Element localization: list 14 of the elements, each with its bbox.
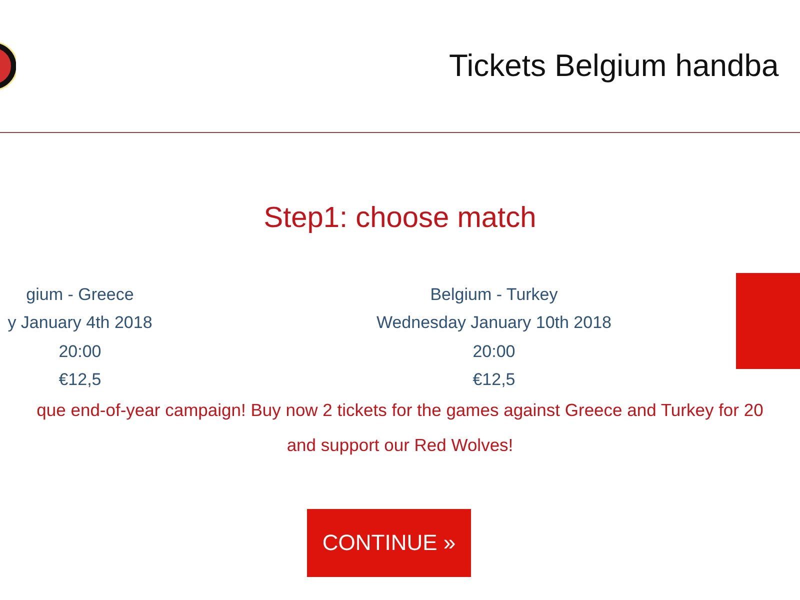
page-title: Tickets Belgium handba	[449, 46, 779, 85]
continue-button[interactable]: CONTINUE »	[307, 508, 471, 576]
match-time: 20:00	[472, 340, 516, 362]
match-teams: Belgium - Turkey	[429, 284, 559, 306]
match-price: €12,5	[472, 369, 516, 391]
promo-text: and support our Red Wolves!	[286, 434, 514, 457]
match-option[interactable]	[736, 272, 800, 368]
match-price: €12,5	[58, 369, 102, 391]
match-date: Wednesday January 10th 2018	[375, 312, 613, 334]
step-heading: Step1: choose match	[262, 201, 538, 236]
promo-text: que end-of-year campaign! Buy now 2 tickets for the games against Greece and Turkey for 20	[36, 398, 764, 422]
match-date: y January 4th 2018	[6, 312, 154, 334]
match-teams: gium - Greece	[25, 284, 135, 306]
match-time: 20:00	[58, 340, 102, 362]
